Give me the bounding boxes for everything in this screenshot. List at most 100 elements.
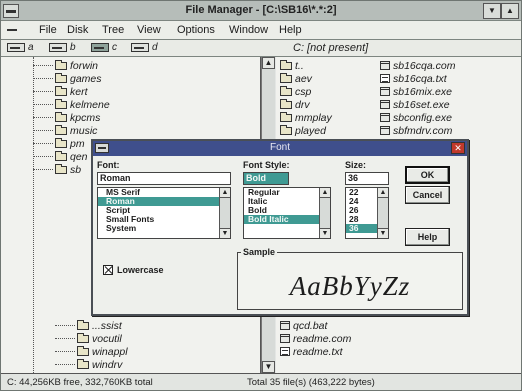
tree-item[interactable]: kpcms <box>1 111 100 124</box>
dialog-title-bar[interactable]: Font ✕ <box>93 141 467 156</box>
list-item[interactable]: sb16set.exe <box>380 98 450 111</box>
font-name-input[interactable]: Roman <box>97 172 231 185</box>
folder-icon <box>77 332 89 343</box>
drive-d-label: d <box>152 42 158 53</box>
folder-icon <box>77 319 89 330</box>
scroll-down-arrow-icon[interactable]: ▼ <box>320 228 330 238</box>
document-menu-icon[interactable] <box>5 25 19 35</box>
list-item[interactable]: sbconfig.exe <box>380 111 452 124</box>
list-item[interactable]: played <box>280 124 326 137</box>
lowercase-checkbox[interactable] <box>103 265 113 275</box>
program-file-icon <box>280 334 290 343</box>
tree-item-label: windrv <box>92 358 123 371</box>
folder-icon <box>280 111 292 122</box>
list-item[interactable]: aev <box>280 72 312 85</box>
folder-icon <box>55 124 67 135</box>
cancel-button[interactable]: Cancel <box>405 186 450 204</box>
sample-label: Sample <box>241 247 278 257</box>
file-name: sbfmdrv.com <box>393 124 453 137</box>
scroll-up-arrow-icon[interactable]: ▲ <box>220 188 230 198</box>
scroll-down-arrow-icon[interactable]: ▼ <box>262 361 275 373</box>
tree-item[interactable]: forwin <box>1 59 98 72</box>
help-button[interactable]: Help <box>405 228 450 246</box>
drive-a[interactable]: a <box>7 42 34 53</box>
dialog-title: Font <box>269 142 290 153</box>
tree-item[interactable]: music <box>1 124 97 137</box>
menu-help[interactable]: Help <box>279 24 302 36</box>
list-item[interactable]: drv <box>280 98 310 111</box>
font-name-list[interactable]: MS Serif Roman Script Small Fonts System… <box>97 187 231 239</box>
tree-item[interactable]: kert <box>1 85 88 98</box>
tree-item-label: kelmene <box>70 98 110 111</box>
document-file-icon <box>380 74 390 83</box>
list-item[interactable]: t.. <box>280 59 304 72</box>
scroll-up-arrow-icon[interactable]: ▲ <box>262 57 275 69</box>
tree-item[interactable]: ...ssist <box>23 319 122 332</box>
menu-file[interactable]: File <box>39 24 57 36</box>
font-style-list[interactable]: Regular Italic Bold Bold Italic ▲ ▼ <box>243 187 331 239</box>
list-item[interactable]: sb16cqa.com <box>380 59 455 72</box>
drive-a-label: a <box>28 42 34 53</box>
program-file-icon <box>380 126 390 135</box>
folder-icon <box>55 59 67 70</box>
menu-tree[interactable]: Tree <box>102 24 124 36</box>
style-list-scrollbar[interactable]: ▲ ▼ <box>319 188 330 238</box>
up-folder-icon <box>280 59 292 70</box>
drive-b[interactable]: b <box>49 42 76 53</box>
folder-icon <box>55 163 67 174</box>
list-item[interactable]: readme.txt <box>280 345 343 358</box>
font-list-scrollbar[interactable]: ▲ ▼ <box>219 188 230 238</box>
tree-item-label: ...ssist <box>92 319 122 332</box>
menu-window[interactable]: Window <box>229 24 268 36</box>
style-option[interactable]: Bold Italic <box>244 215 330 224</box>
maximize-button[interactable]: ▲ <box>501 3 519 19</box>
disk-space-status: C: 44,256KB free, 332,760KB total <box>7 377 153 388</box>
size-input[interactable]: 36 <box>345 172 389 185</box>
tree-item[interactable]: pm <box>1 137 85 150</box>
file-manager-window: File Manager - [C:\SB16\*.*:2] ▼ ▲ File … <box>0 0 522 391</box>
drive-d[interactable]: d <box>131 42 158 53</box>
scroll-down-arrow-icon[interactable]: ▼ <box>220 228 230 238</box>
tree-item[interactable]: qen <box>1 150 88 163</box>
scroll-down-arrow-icon[interactable]: ▼ <box>378 228 388 238</box>
folder-icon <box>55 72 67 83</box>
folder-icon <box>77 345 89 356</box>
font-label: Font: <box>97 160 120 170</box>
tree-item[interactable]: kelmene <box>1 98 110 111</box>
tree-item-label: kpcms <box>70 111 101 124</box>
tree-item[interactable]: sb <box>1 163 81 176</box>
file-name: sbconfig.exe <box>393 111 452 124</box>
size-list[interactable]: 22 24 26 28 36 ▲ ▼ <box>345 187 389 239</box>
folder-icon <box>55 111 67 122</box>
close-icon[interactable]: ✕ <box>451 142 465 154</box>
tree-item[interactable]: games <box>1 72 102 85</box>
font-style-input[interactable]: Bold Italic <box>243 172 289 194</box>
list-item[interactable]: qcd.bat <box>280 319 327 332</box>
font-option[interactable]: System <box>98 224 230 233</box>
tree-item[interactable]: vocutil <box>23 332 122 345</box>
sample-box: AaBbYyZz <box>237 252 463 310</box>
ok-button[interactable]: OK <box>405 166 450 184</box>
list-item[interactable]: sb16mix.exe <box>380 85 452 98</box>
list-item[interactable]: mmplay <box>280 111 332 124</box>
size-list-scrollbar[interactable]: ▲ ▼ <box>377 188 388 238</box>
list-item[interactable]: csp <box>280 85 311 98</box>
list-item[interactable]: sbfmdrv.com <box>380 124 452 137</box>
program-file-icon <box>380 113 390 122</box>
scroll-up-arrow-icon[interactable]: ▲ <box>320 188 330 198</box>
scroll-up-arrow-icon[interactable]: ▲ <box>378 188 388 198</box>
list-item[interactable]: sb16cqa.txt <box>380 72 447 85</box>
title-bar[interactable]: File Manager - [C:\SB16\*.*:2] ▼ ▲ <box>1 1 521 21</box>
drive-c[interactable]: c <box>91 42 117 53</box>
menu-disk[interactable]: Disk <box>67 24 88 36</box>
font-style-label: Font Style: <box>243 160 290 170</box>
minimize-button[interactable]: ▼ <box>483 3 501 19</box>
menu-view[interactable]: View <box>137 24 161 36</box>
menu-options[interactable]: Options <box>177 24 215 36</box>
tree-item[interactable]: windrv <box>23 358 122 371</box>
tree-item[interactable]: winappl <box>23 345 128 358</box>
drive-b-label: b <box>70 42 76 53</box>
lowercase-label: Lowercase <box>117 265 164 275</box>
file-count-status: Total 35 file(s) (463,222 bytes) <box>247 377 375 388</box>
list-item[interactable]: readme.com <box>280 332 351 345</box>
